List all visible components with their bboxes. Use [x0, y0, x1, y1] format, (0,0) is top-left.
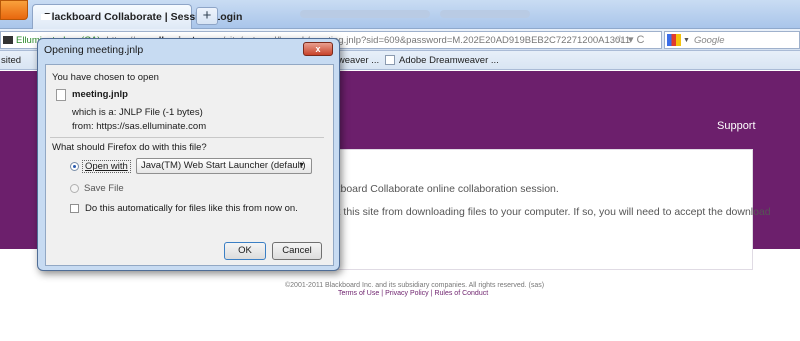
- dialog-close-button[interactable]: x: [303, 42, 333, 56]
- bookmark-star-icon[interactable]: ☆: [615, 34, 625, 46]
- new-tab-button[interactable]: +: [196, 7, 218, 25]
- auto-action-checkbox[interactable]: [70, 204, 79, 213]
- privacy-policy-link[interactable]: Privacy Policy: [385, 290, 429, 297]
- dialog-divider: [50, 137, 324, 138]
- rules-of-conduct-link[interactable]: Rules of Conduct: [434, 290, 488, 297]
- open-with-radio[interactable]: [70, 162, 79, 171]
- bookmark-partial-label[interactable]: sited: [1, 55, 21, 66]
- google-engine-icon[interactable]: [667, 34, 681, 46]
- browser-tab[interactable]: Blackboard Collaborate | Session Login: [32, 4, 242, 29]
- content-text-line-1: ckboard Collaborate online collaboration…: [330, 183, 559, 195]
- open-with-app-select[interactable]: Java(TM) Web Start Launcher (default) ▼: [136, 158, 312, 174]
- dialog-body: You have chosen to open meeting.jnlp whi…: [45, 64, 334, 266]
- reload-icon[interactable]: C: [637, 34, 645, 46]
- search-placeholder: Google: [693, 34, 725, 46]
- blurred-window-title-2: [440, 10, 530, 18]
- bookmark-page-icon: [385, 55, 395, 65]
- save-file-radio[interactable]: [70, 184, 79, 193]
- browser-titlebar: Blackboard Collaborate | Session Login +: [0, 0, 800, 29]
- open-file-dialog: Opening meeting.jnlp x You have chosen t…: [37, 38, 340, 271]
- dialog-question-text: What should Firefox do with this file?: [52, 142, 207, 153]
- dialog-title: Opening meeting.jnlp: [44, 44, 144, 56]
- open-with-app-value: Java(TM) Web Start Launcher (default): [141, 160, 306, 171]
- support-link[interactable]: Support: [717, 120, 756, 132]
- footer-separator: |: [381, 290, 384, 297]
- open-with-label[interactable]: Open with: [82, 160, 131, 173]
- file-name: meeting.jnlp: [72, 89, 128, 100]
- site-identity-icon: [3, 36, 13, 44]
- footer-separator: |: [430, 290, 433, 297]
- search-engine-dropdown-icon[interactable]: ▼: [683, 37, 690, 44]
- history-dropdown-icon[interactable]: ▾: [628, 34, 634, 46]
- content-text-line-2: ck this site from downloading files to y…: [330, 206, 771, 218]
- file-icon: [56, 89, 66, 101]
- dialog-intro-text: You have chosen to open: [52, 72, 159, 83]
- search-box[interactable]: ▼ Google: [664, 31, 800, 49]
- file-source-text: from: https://sas.elluminate.com: [72, 121, 207, 132]
- blurred-window-title: [300, 10, 430, 18]
- terms-of-use-link[interactable]: Terms of Use: [338, 290, 379, 297]
- footer-copyright: ©2001-2011 Blackboard Inc. and its subsi…: [285, 282, 545, 289]
- ok-button[interactable]: OK: [224, 242, 266, 260]
- firefox-menu-button[interactable]: [0, 0, 28, 20]
- file-type-text: which is a: JNLP File (-1 bytes): [72, 107, 203, 118]
- footer-links: Terms of Use | Privacy Policy | Rules of Con…: [337, 290, 489, 297]
- cancel-button[interactable]: Cancel: [272, 242, 322, 260]
- auto-action-label[interactable]: Do this automatically for files like thi…: [85, 203, 298, 214]
- bookmark-item-adobe-dreamweaver[interactable]: Adobe Dreamweaver ...: [399, 55, 499, 66]
- chevron-down-icon: ▼: [298, 162, 305, 169]
- bookmark-star-and-reload[interactable]: ☆ ▾ C: [615, 33, 644, 46]
- save-file-label[interactable]: Save File: [84, 183, 124, 194]
